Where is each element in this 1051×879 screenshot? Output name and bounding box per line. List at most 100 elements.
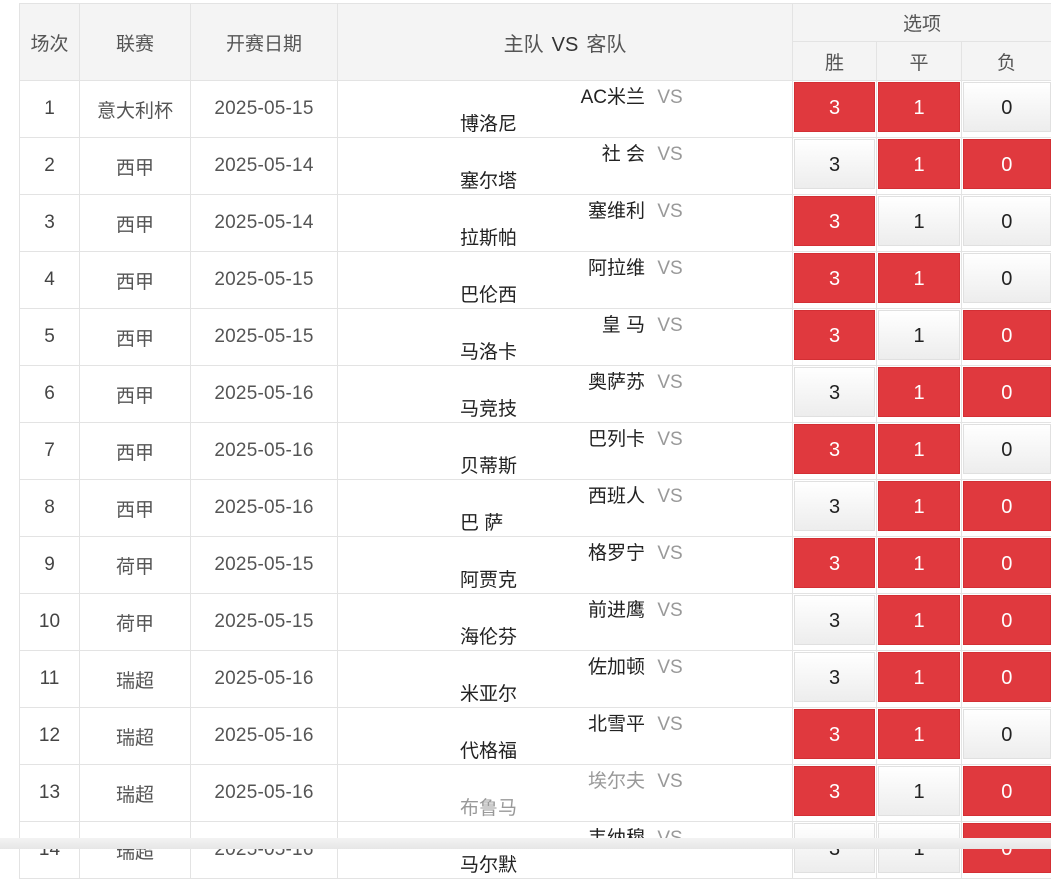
option-cell-win: 3 bbox=[793, 480, 877, 537]
option-cell-lose: 0 bbox=[962, 765, 1051, 822]
option-win-button[interactable]: 3 bbox=[794, 310, 875, 360]
league-name: 西甲 bbox=[80, 252, 191, 309]
match-date: 2025-05-16 bbox=[191, 423, 338, 480]
option-draw-button[interactable]: 1 bbox=[878, 481, 960, 531]
match-teams: 皇 马VS马洛卡 bbox=[338, 309, 793, 366]
round-number: 10 bbox=[20, 594, 80, 651]
option-draw-button[interactable]: 1 bbox=[878, 139, 960, 189]
home-team: 阿拉维 bbox=[435, 253, 645, 280]
match-teams: 北雪平VS代格福 bbox=[338, 708, 793, 765]
round-number: 8 bbox=[20, 480, 80, 537]
option-cell-win: 3 bbox=[793, 309, 877, 366]
table-row: 5西甲2025-05-15皇 马VS马洛卡310 bbox=[20, 309, 1051, 366]
option-draw-button[interactable]: 1 bbox=[878, 367, 960, 417]
league-name: 瑞超 bbox=[80, 822, 191, 879]
draw-header: 平 bbox=[877, 42, 962, 81]
option-draw-button[interactable]: 1 bbox=[878, 253, 960, 303]
option-lose-button[interactable]: 0 bbox=[963, 82, 1051, 132]
away-team: 马竞技 bbox=[460, 394, 670, 421]
league-name: 西甲 bbox=[80, 366, 191, 423]
option-lose-button[interactable]: 0 bbox=[963, 481, 1051, 531]
option-lose-button[interactable]: 0 bbox=[963, 424, 1051, 474]
option-draw-button[interactable]: 1 bbox=[878, 310, 960, 360]
option-draw-button[interactable]: 1 bbox=[878, 538, 960, 588]
option-lose-button[interactable]: 0 bbox=[963, 595, 1051, 645]
option-draw-button[interactable]: 1 bbox=[878, 82, 960, 132]
option-cell-draw: 1 bbox=[877, 651, 962, 708]
option-draw-button[interactable]: 1 bbox=[878, 709, 960, 759]
league-name: 西甲 bbox=[80, 195, 191, 252]
option-cell-lose: 0 bbox=[962, 537, 1051, 594]
option-cell-draw: 1 bbox=[877, 480, 962, 537]
option-win-button[interactable]: 3 bbox=[794, 82, 875, 132]
table-row: 2西甲2025-05-14社 会VS塞尔塔310 bbox=[20, 138, 1051, 195]
away-team: 拉斯帕 bbox=[460, 223, 670, 250]
option-win-button[interactable]: 3 bbox=[794, 652, 875, 702]
option-cell-lose: 0 bbox=[962, 423, 1051, 480]
vs-label: VS bbox=[645, 372, 695, 394]
option-draw-button[interactable]: 1 bbox=[878, 766, 960, 816]
match-date: 2025-05-16 bbox=[191, 708, 338, 765]
match-teams: 埃尔夫VS布鲁马 bbox=[338, 765, 793, 822]
away-team: 巴 萨 bbox=[460, 508, 670, 535]
option-lose-button[interactable]: 0 bbox=[963, 538, 1051, 588]
option-lose-button[interactable]: 0 bbox=[963, 310, 1051, 360]
option-cell-draw: 1 bbox=[877, 594, 962, 651]
vs-label: VS bbox=[645, 144, 695, 166]
option-cell-win: 3 bbox=[793, 537, 877, 594]
option-win-button[interactable]: 3 bbox=[794, 481, 875, 531]
away-team: 贝蒂斯 bbox=[460, 451, 670, 478]
option-draw-button[interactable]: 1 bbox=[878, 196, 960, 246]
table-row: 11瑞超2025-05-16佐加顿VS米亚尔310 bbox=[20, 651, 1051, 708]
option-lose-button[interactable]: 0 bbox=[963, 253, 1051, 303]
match-teams: 社 会VS塞尔塔 bbox=[338, 138, 793, 195]
match-date: 2025-05-14 bbox=[191, 195, 338, 252]
match-date: 2025-05-16 bbox=[191, 480, 338, 537]
option-win-button[interactable]: 3 bbox=[794, 196, 875, 246]
option-win-button[interactable]: 3 bbox=[794, 709, 875, 759]
option-win-button[interactable]: 3 bbox=[794, 139, 875, 189]
option-cell-draw: 1 bbox=[877, 765, 962, 822]
match-teams: 奥萨苏VS马竞技 bbox=[338, 366, 793, 423]
option-win-button[interactable]: 3 bbox=[794, 253, 875, 303]
table-row: 12瑞超2025-05-16北雪平VS代格福310 bbox=[20, 708, 1051, 765]
round-number: 7 bbox=[20, 423, 80, 480]
home-team: 巴列卡 bbox=[435, 424, 645, 451]
home-team: 社 会 bbox=[435, 139, 645, 166]
option-cell-draw: 1 bbox=[877, 423, 962, 480]
table-row: 6西甲2025-05-16奥萨苏VS马竞技310 bbox=[20, 366, 1051, 423]
option-lose-button[interactable]: 0 bbox=[963, 367, 1051, 417]
league-name: 荷甲 bbox=[80, 537, 191, 594]
col-league-header: 联赛 bbox=[80, 4, 191, 81]
option-cell-win: 3 bbox=[793, 195, 877, 252]
option-draw-button[interactable]: 1 bbox=[878, 595, 960, 645]
match-date: 2025-05-16 bbox=[191, 765, 338, 822]
vs-label: VS bbox=[645, 600, 695, 622]
option-lose-button[interactable]: 0 bbox=[963, 766, 1051, 816]
option-win-button[interactable]: 3 bbox=[794, 424, 875, 474]
col-round-header: 场次 bbox=[20, 4, 80, 81]
option-draw-button[interactable]: 1 bbox=[878, 424, 960, 474]
win-header: 胜 bbox=[793, 42, 877, 81]
option-cell-win: 3 bbox=[793, 708, 877, 765]
match-teams: 巴列卡VS贝蒂斯 bbox=[338, 423, 793, 480]
option-win-button[interactable]: 3 bbox=[794, 595, 875, 645]
option-lose-button[interactable]: 0 bbox=[963, 709, 1051, 759]
round-number: 14 bbox=[20, 822, 80, 879]
scroll-shadow bbox=[0, 838, 1051, 849]
option-lose-button[interactable]: 0 bbox=[963, 139, 1051, 189]
option-win-button[interactable]: 3 bbox=[794, 766, 875, 816]
option-draw-button[interactable]: 1 bbox=[878, 652, 960, 702]
options-header: 选项 bbox=[793, 4, 1051, 42]
option-lose-button[interactable]: 0 bbox=[963, 652, 1051, 702]
option-win-button[interactable]: 3 bbox=[794, 538, 875, 588]
option-cell-draw: 1 bbox=[877, 81, 962, 138]
option-win-button[interactable]: 3 bbox=[794, 367, 875, 417]
home-team: 奥萨苏 bbox=[435, 367, 645, 394]
option-lose-button[interactable]: 0 bbox=[963, 196, 1051, 246]
match-teams: 阿拉维VS巴伦西 bbox=[338, 252, 793, 309]
vs-label: VS bbox=[645, 429, 695, 451]
match-date: 2025-05-15 bbox=[191, 81, 338, 138]
vs-header: VS bbox=[552, 34, 579, 56]
option-cell-win: 3 bbox=[793, 138, 877, 195]
